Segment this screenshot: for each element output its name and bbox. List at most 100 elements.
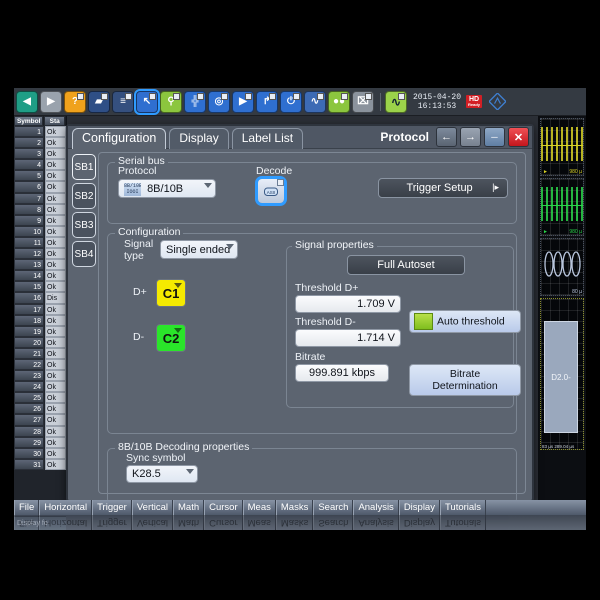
bus-tab-sb2[interactable]: SB2 [72,183,96,209]
menu-item-math[interactable]: Math [173,500,205,515]
minimize-button[interactable]: ─ [484,127,505,147]
table-row[interactable]: 15 Ok [14,281,66,293]
table-row[interactable]: 4 Ok [14,159,66,171]
serial-bus-tab-list: SB1 SB2 SB3 SB4 [72,154,96,270]
protocol-tool-button[interactable]: ∿ [385,90,407,113]
menu-item-analysis[interactable]: Analysis [353,500,399,515]
signal-type-select[interactable]: Single ended [160,240,238,259]
table-row[interactable]: 16 Dis [14,292,66,304]
menu-item-file[interactable]: File [14,500,40,515]
status-cell: Ok [45,347,66,359]
status-cell: Ok [45,370,66,382]
table-row[interactable]: 25 Ok [14,392,66,404]
forward-button[interactable]: → [460,127,481,147]
table-row[interactable]: 29 Ok [14,436,66,448]
tab-label-list[interactable]: Label List [231,128,304,149]
back-button[interactable]: ← [436,127,457,147]
bitrate-input[interactable]: 999.891 kbps [295,364,389,382]
protocol-select[interactable]: 8B/10B IOOI 8B/10B [118,179,216,198]
table-row[interactable]: 21 Ok [14,347,66,359]
menu-item-vertical[interactable]: Vertical [131,500,173,515]
power-button[interactable]: ⏻ [280,90,302,113]
symbol-cell: 28 [14,425,44,437]
fft-button[interactable]: ∿ [304,90,326,113]
menu-item-horizontal[interactable]: Horizontal [39,500,93,515]
auto-threshold-button[interactable]: Auto threshold [409,310,521,333]
zoom-tool-button[interactable]: ⚲ [160,90,182,113]
table-row[interactable]: 24 Ok [14,381,66,393]
table-row[interactable]: 3 Ok [14,148,66,160]
status-cell: Ok [45,303,66,315]
undo-button[interactable]: ◀ [16,90,38,113]
table-row[interactable]: 9 Ok [14,214,66,226]
table-row[interactable]: 1 Ok [14,126,66,138]
symbol-cell: 31 [14,458,44,470]
decode-toggle-button[interactable]: ASII [258,179,284,203]
table-row[interactable]: 26 Ok [14,403,66,415]
table-row[interactable]: 27 Ok [14,414,66,426]
menu-item-meas[interactable]: Meas [242,500,276,515]
menu-item-cursor[interactable]: Cursor [204,500,243,515]
table-row[interactable]: 20 Ok [14,336,66,348]
waveform-c2[interactable]: ► 980 µ [540,178,584,236]
mask-button[interactable]: ●● [328,90,350,113]
decode-result-view[interactable]: D2.0- 83 µs 289.04 µs [540,298,584,450]
menu-corner-icon [197,92,204,100]
symbol-list-table[interactable]: Symbol Sta 1 Ok 2 Ok 3 Ok 4 Ok 5 Ok 6 Ok 7 Ok 8 Ok 9 Ok 10… [14,116,67,500]
waveform-c1[interactable]: ► 980 µ [540,118,584,176]
menu-item-masks[interactable]: Masks [275,500,314,515]
bus-tab-sb3[interactable]: SB3 [72,212,96,238]
tab-configuration[interactable]: Configuration [72,128,167,149]
table-row[interactable]: 19 Ok [14,325,66,337]
bus-tab-sb4[interactable]: SB4 [72,241,96,267]
table-row[interactable]: 12 Ok [14,248,66,260]
sync-symbol-select[interactable]: K28.5 [126,465,198,483]
table-row[interactable]: 11 Ok [14,236,66,249]
menu-item-meas: Meas [242,515,276,530]
table-row[interactable]: 31 Ok [14,458,66,470]
menu-item-display[interactable]: Display [398,500,440,515]
waveform-eye[interactable]: 80 µ [540,238,584,296]
table-row[interactable]: 23 Ok [14,370,66,382]
export-button[interactable]: ↱ [256,90,278,113]
menu-item-trigger[interactable]: Trigger [92,500,132,515]
close-button[interactable]: ✕ [508,127,529,147]
menu-corner-icon [101,92,108,100]
table-row[interactable]: 18 Ok [14,314,66,326]
table-row[interactable]: 28 Ok [14,425,66,437]
bitrate-determination-button[interactable]: Bitrate Determination [409,364,521,396]
redo-button[interactable]: ▶ [40,90,62,113]
symbol-cell: 23 [14,370,44,382]
table-row[interactable]: 30 Ok [14,447,66,459]
measure-tool-button[interactable]: ◎ [208,90,230,113]
bus-tab-sb1[interactable]: SB1 [72,154,96,180]
table-row[interactable]: 7 Ok [14,192,66,204]
tab-display[interactable]: Display [169,128,229,149]
table-row[interactable]: 14 Ok [14,270,66,282]
table-row[interactable]: 13 Ok [14,259,66,271]
grid-settings-button[interactable]: ≡ [112,90,134,113]
threshold-dminus-input[interactable]: 1.714 V [295,329,401,347]
pointer-tool-button[interactable]: ↖ [134,88,160,115]
delete-button[interactable]: ⌧ [352,90,374,113]
dplus-channel-select[interactable]: C1 [156,279,186,307]
dminus-channel-select[interactable]: C2 [156,324,186,352]
open-file-button[interactable]: ▰ [88,90,110,113]
status-cell: Ok [45,126,66,138]
trigger-setup-button[interactable]: Trigger Setup |▸ [378,178,508,198]
table-row[interactable]: 6 Ok [14,181,66,193]
table-row[interactable]: 10 Ok [14,225,66,237]
table-row[interactable]: 17 Ok [14,303,66,315]
table-row[interactable]: 5 Ok [14,170,66,182]
table-row[interactable]: 22 Ok [14,358,66,371]
table-row[interactable]: 2 Ok [14,137,66,149]
cursor-tool-button[interactable]: ╬ [184,90,206,113]
menu-item-tutorials[interactable]: Tutorials [439,500,487,515]
table-row[interactable]: 8 Ok [14,203,66,215]
menu-item-search[interactable]: Search [313,500,354,515]
full-autoset-button[interactable]: Full Autoset [347,255,465,275]
symbol-cell: 18 [14,314,44,326]
play-button[interactable]: ▶ [232,90,254,113]
threshold-dplus-input[interactable]: 1.709 V [295,295,401,313]
help-button[interactable]: ? [64,90,86,113]
